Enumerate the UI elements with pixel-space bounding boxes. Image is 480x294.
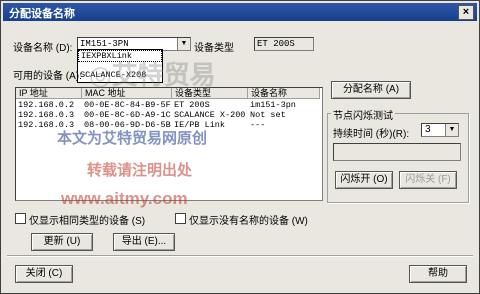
watermark-logo: ◎艾特贸易	[89, 61, 216, 91]
export-button[interactable]: 导出 (E)...	[113, 233, 175, 251]
available-devices-label: 可用的设备 (A):	[13, 71, 82, 82]
name-cell: Not set	[250, 110, 286, 120]
blink-on-button[interactable]: 闪烁开 (O)	[335, 171, 393, 189]
table-row[interactable]: 192.168.0.3 00-0E-8C-6D-A9-1C SCALANCE X…	[16, 110, 320, 120]
blink-status-field	[333, 143, 461, 161]
assign-device-name-dialog: 分配设备名称 × 设备名称 (D): IM151-3PN ▼ IEXPBXLin…	[0, 0, 480, 294]
help-button[interactable]: 帮助	[409, 265, 467, 283]
mac-cell: 00-0E-8C-84-B9-5F	[84, 100, 171, 110]
column-header[interactable]: 设备名称	[248, 88, 320, 99]
table-row[interactable]: 192.168.0.2 00-0E-8C-84-B9-5F ET 200S im…	[16, 100, 320, 110]
type-cell: ET 200S	[174, 100, 210, 110]
no-name-label: 仅显示没有名称的设备 (W)	[189, 216, 308, 227]
name-cell: im151-3pn	[250, 100, 296, 110]
watermark-line-3: www.aitmy.com	[61, 189, 188, 208]
update-button[interactable]: 更新 (U)	[31, 233, 93, 251]
name-cell: ---	[250, 120, 266, 130]
type-cell: SCALANCE X-200	[174, 110, 246, 120]
device-name-label: 设备名称 (D):	[13, 43, 73, 54]
device-type-label: 设备类型	[194, 43, 234, 54]
blink-off-button[interactable]: 闪烁关 (F)	[399, 171, 457, 189]
column-header[interactable]: IP 地址	[16, 88, 82, 99]
close-icon[interactable]: ×	[458, 5, 474, 20]
watermark-line-1: 本文为艾特贸易网原创	[57, 130, 208, 147]
duration-value: 3	[425, 124, 431, 135]
device-type-value: ET 200S	[257, 39, 295, 49]
ip-cell: 192.168.0.3	[18, 110, 75, 120]
chevron-down-icon[interactable]: ▼	[445, 124, 458, 136]
no-name-checkbox[interactable]	[175, 213, 186, 224]
blink-test-title: 节点闪烁测试	[331, 107, 395, 122]
separator	[7, 255, 473, 257]
duration-select[interactable]: 3 ▼	[421, 123, 459, 137]
watermark-line-2: 转载请注明出处	[87, 162, 193, 179]
chevron-down-icon[interactable]: ▼	[177, 38, 190, 50]
duration-label: 持续时间 (秒)(R):	[333, 129, 410, 140]
same-type-checkbox[interactable]	[15, 213, 26, 224]
window-title: 分配设备名称	[9, 8, 75, 20]
mac-cell: 00-0E-8C-6D-A9-1C	[84, 110, 171, 120]
device-type-field: ET 200S	[254, 37, 314, 51]
title-bar: 分配设备名称 ×	[3, 3, 477, 21]
ip-cell: 192.168.0.2	[18, 100, 75, 110]
assign-name-button[interactable]: 分配名称 (A)	[331, 81, 411, 99]
same-type-label: 仅显示相同类型的设备 (S)	[29, 216, 146, 227]
close-button[interactable]: 关闭 (C)	[15, 265, 73, 283]
